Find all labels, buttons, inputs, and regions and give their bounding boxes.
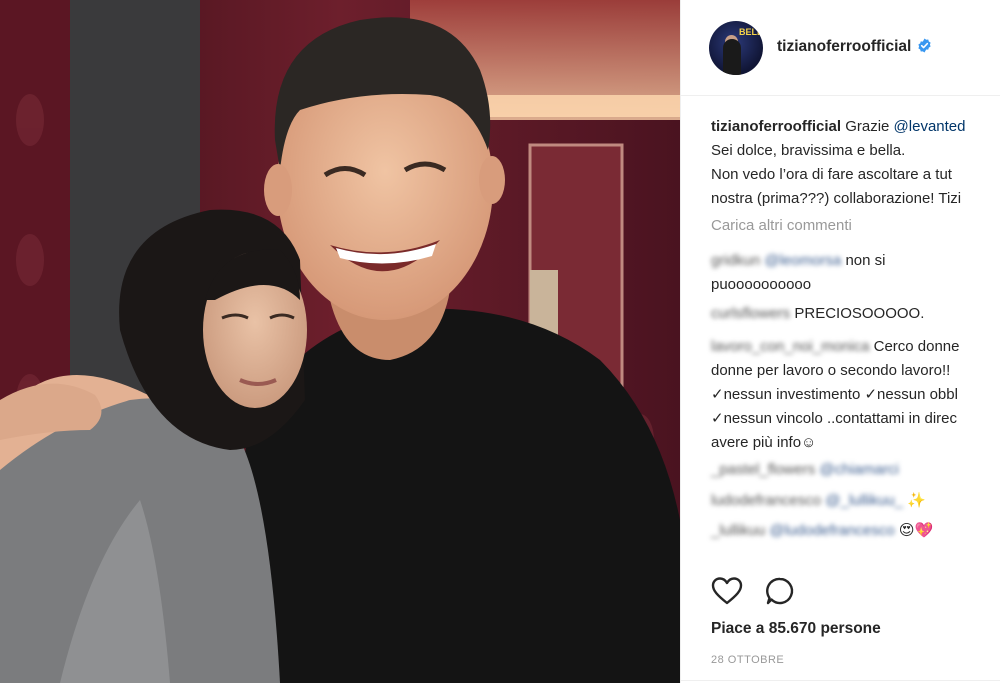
likes-count-link[interactable]: Piace a 85.670 persone (711, 620, 881, 638)
comment-text: donne per lavoro o secondo lavoro!! (711, 362, 951, 379)
comment-text: Cerco donne (869, 338, 960, 355)
photo-illustration (0, 0, 680, 683)
caption-author-link[interactable]: tizianoferroofficial (711, 118, 841, 135)
comment-mention-link[interactable]: @ludodefrancesco (769, 522, 894, 539)
author-username-link[interactable]: tizianoferroofficial (777, 38, 932, 58)
avatar-text: BELLA (739, 26, 763, 37)
avatar-figure (723, 38, 741, 75)
comment-text: puoooooooooo (711, 276, 812, 293)
post-date[interactable]: 28 OTTOBRE (711, 654, 784, 666)
comment-text: ✓nessun investimento ✓nessun obbl (711, 386, 958, 403)
comment-item: _pastel_flowers @chiamarci (711, 458, 899, 482)
comment-emoji: 😍💖 (894, 522, 934, 539)
comment-item: gridkun @leomorsa non si puoooooooooo (711, 249, 886, 297)
comment-mention-link[interactable]: @leomorsa (764, 252, 841, 269)
comment-item: _lullikuu @ludodefrancesco 😍💖 (711, 519, 933, 543)
divider (681, 680, 1000, 681)
caption-text-3: Non vedo l’ora di fare ascoltare a tut (711, 166, 952, 183)
caption-text-2: Sei dolce, bravissima e bella. (711, 142, 906, 159)
post-side-panel: BELLA tizianoferroofficial tizianoferroo… (680, 0, 1000, 683)
comment-item: ludodefrancesco @_lullikuu_ ✨ (711, 489, 926, 513)
heart-outline-icon[interactable] (711, 576, 743, 611)
comment-text: avere più info☺ (711, 434, 817, 451)
comment-mention-link[interactable]: @chiamarci (819, 461, 898, 478)
comment-item: lavoro_con_noi_monica Cerco donne donne … (711, 335, 960, 455)
avatar[interactable]: BELLA (709, 20, 763, 75)
comment-username-link[interactable]: lavoro_con_noi_monica (711, 338, 869, 355)
comment-username-link[interactable]: curlsflowers (711, 305, 790, 322)
verified-badge-icon (917, 37, 932, 58)
comment-emoji: ✨ (903, 492, 926, 509)
comment-username-link[interactable]: _lullikuu (711, 522, 765, 539)
caption-mention-link[interactable]: @levanted (894, 118, 966, 135)
load-more-comments-link[interactable]: Carica altri commenti (711, 217, 852, 234)
post-photo[interactable] (0, 0, 680, 683)
comment-text: PRECIOSOOOOO. (790, 305, 925, 322)
comment-username-link[interactable]: gridkun (711, 252, 760, 269)
speech-bubble-icon[interactable] (765, 576, 795, 611)
comment-username-link[interactable]: ludodefrancesco (711, 492, 821, 509)
post-actions (711, 576, 795, 611)
caption-text-1: Grazie (845, 118, 894, 135)
post-caption: tizianoferroofficial Grazie @levanted Se… (711, 115, 1000, 211)
comment-text: ✓nessun vincolo ..contattami in direc (711, 410, 958, 427)
comment-username-link[interactable]: _pastel_flowers (711, 461, 815, 478)
comment-text: non si (841, 252, 886, 269)
caption-text-4: nostra (prima???) collaborazione! Tizi (711, 190, 962, 207)
post-header: BELLA tizianoferroofficial (681, 0, 1000, 96)
comment-mention-link[interactable]: @_lullikuu_ (825, 492, 903, 509)
comment-item: curlsflowers PRECIOSOOOOO. (711, 302, 924, 326)
author-username[interactable]: tizianoferroofficial (777, 38, 911, 55)
